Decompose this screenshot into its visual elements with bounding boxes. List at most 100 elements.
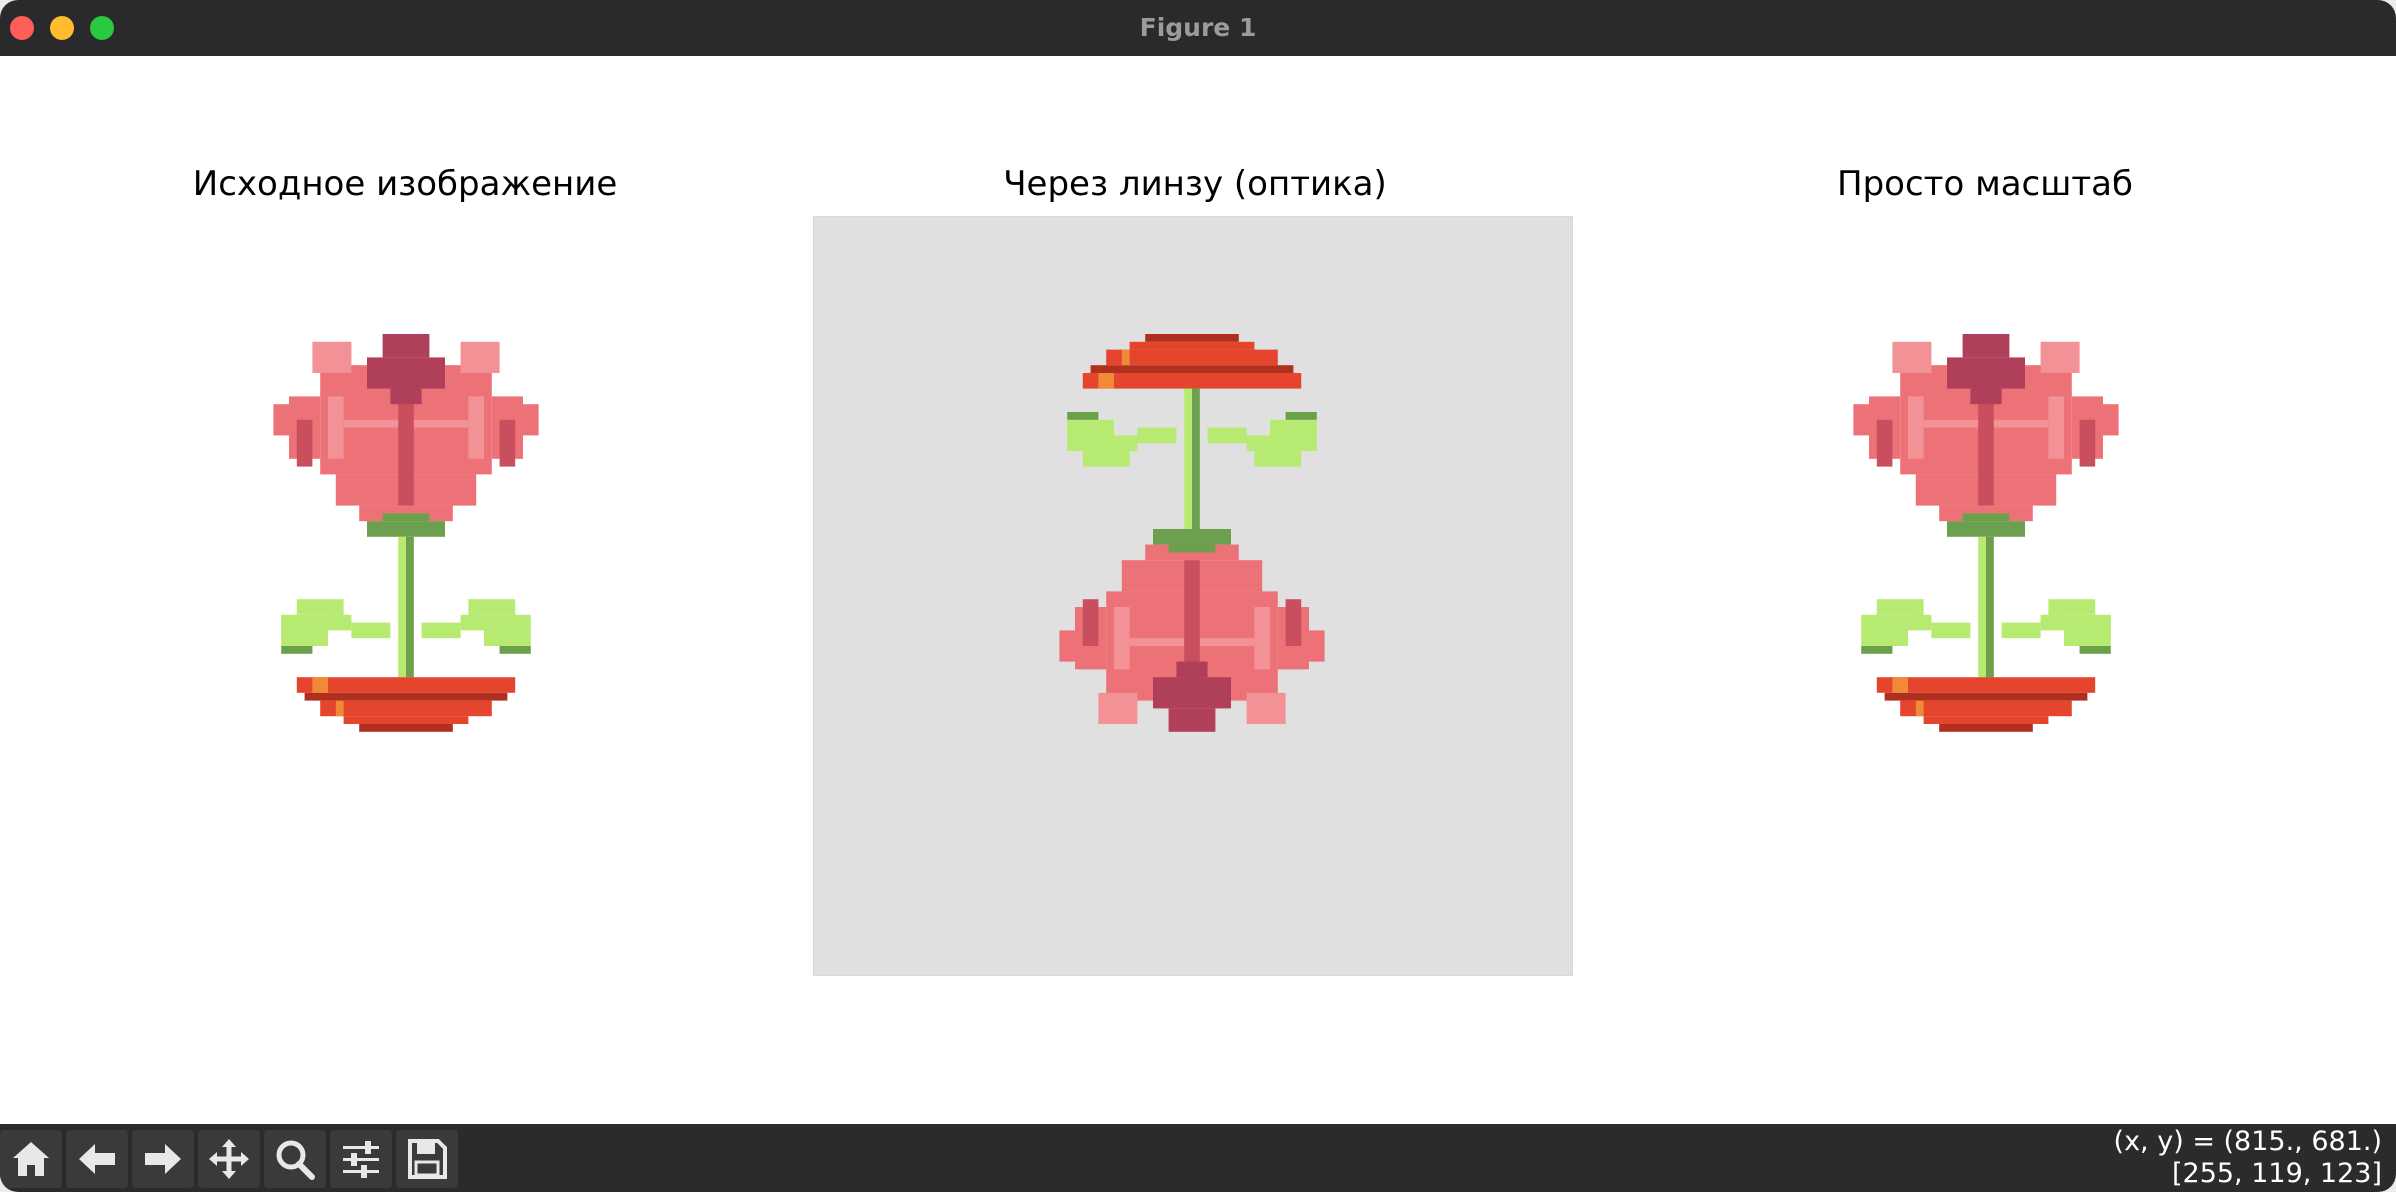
tulip-pixel-block xyxy=(1947,357,2025,389)
tulip-pixel-block xyxy=(1168,708,1216,732)
tulip-image-original xyxy=(273,334,539,732)
tulip-image-scale xyxy=(1853,334,2119,732)
tulip-pixel-block xyxy=(1067,412,1099,420)
tulip-pixel-block xyxy=(1900,700,2072,717)
title-bar: Figure 1 xyxy=(0,0,2396,57)
tulip-pixel-block xyxy=(1098,373,1114,389)
tulip-pixel-block xyxy=(1876,677,2096,693)
zoom-button[interactable] xyxy=(264,1130,326,1188)
configure-subplots-button[interactable] xyxy=(330,1130,392,1188)
tulip-pixel-block xyxy=(1121,349,1130,366)
tulip-pixel-block xyxy=(468,599,516,615)
tulip-pixel-block xyxy=(515,404,539,436)
tulip-pixel-block xyxy=(1168,544,1216,553)
tulip-pixel-block xyxy=(1947,521,2025,537)
arrow-right-icon xyxy=(145,1144,181,1174)
tulip-pixel-block xyxy=(2095,404,2119,436)
tulip-pixel-block xyxy=(2048,599,2096,615)
tulip-pixel-block xyxy=(1285,412,1317,420)
tulip-pixel-block xyxy=(273,404,297,436)
tulip-pixel-block xyxy=(390,388,422,405)
home-button[interactable] xyxy=(0,1130,62,1188)
tulip-pixel-block xyxy=(499,646,531,654)
tulip-pixel-block xyxy=(367,357,445,389)
tulip-pixel-block xyxy=(359,724,453,732)
pan-button[interactable] xyxy=(198,1130,260,1188)
save-button[interactable] xyxy=(396,1130,458,1188)
tulip-pixel-block xyxy=(367,521,445,537)
tulip-pixel-block xyxy=(320,700,492,717)
tulip-pixel-block xyxy=(1114,435,1138,451)
figure-window: Figure 1 Исходное изображение Через линз… xyxy=(0,0,2396,1192)
tulip-pixel-block xyxy=(468,396,484,459)
tulip-pixel-block xyxy=(2040,341,2080,373)
tulip-pixel-block xyxy=(2048,396,2064,459)
tulip-pixel-block xyxy=(1254,451,1302,467)
subplot-lens[interactable] xyxy=(813,216,1573,976)
tulip-pixel-block xyxy=(296,677,516,693)
tulip-pixel-block xyxy=(1270,419,1317,451)
tulip-pixel-block xyxy=(1207,427,1247,444)
tulip-pixel-block xyxy=(2064,614,2111,646)
tulip-pixel-block xyxy=(1908,614,1932,631)
tulip-pixel-block xyxy=(1067,419,1114,451)
subplot-title-scale: Просто масштаб xyxy=(1837,164,2133,204)
tulip-pixel-block xyxy=(1962,513,2010,522)
tulip-pixel-block xyxy=(1082,451,1130,467)
floppy-disk-icon xyxy=(408,1139,447,1179)
tulip-pixel-block xyxy=(2040,614,2064,631)
tulip-pixel-block xyxy=(1246,435,1270,451)
tulip-pixel-block xyxy=(1962,334,2010,358)
tulip-pixel-block xyxy=(1931,622,1971,639)
arrow-left-icon xyxy=(79,1144,115,1174)
tulip-pixel-block xyxy=(343,716,469,724)
tulip-pixel-block xyxy=(1923,716,2049,724)
tulip-pixel-block xyxy=(1876,419,1893,467)
tulip-pixel-block xyxy=(281,646,313,654)
tulip-pixel-block xyxy=(1192,388,1200,529)
tulip-pixel-block xyxy=(499,419,516,467)
tulip-pixel-block xyxy=(281,614,328,646)
cursor-readout: (x, y) = (815., 681.) [255, 119, 123] xyxy=(1782,1126,2382,1190)
magnifier-icon xyxy=(276,1140,315,1180)
tulip-pixel-block xyxy=(1986,536,1994,678)
tulip-pixel-block xyxy=(1884,692,2088,701)
tulip-pixel-block xyxy=(1090,365,1294,373)
tulip-pixel-block xyxy=(1939,724,2033,732)
tulip-pixel-block xyxy=(335,700,344,717)
move-icon xyxy=(209,1139,249,1179)
tulip-pixel-block xyxy=(1915,700,1924,717)
tulip-pixel-block xyxy=(1285,599,1302,646)
tulip-pixel-block xyxy=(1970,388,2002,405)
tulip-pixel-block xyxy=(1082,599,1099,646)
forward-button[interactable] xyxy=(132,1130,194,1188)
tulip-pixel-block xyxy=(1114,607,1130,670)
subplot-title-original: Исходное изображение xyxy=(192,164,618,204)
subplot-original[interactable] xyxy=(100,216,712,976)
back-button[interactable] xyxy=(66,1130,128,1188)
tulip-pixel-block xyxy=(1892,341,1932,373)
cursor-coordinates: (x, y) = (815., 681.) xyxy=(2113,1126,2382,1157)
tulip-pixel-block xyxy=(382,334,430,358)
tulip-pixel-block xyxy=(460,341,500,373)
pixel-value: [255, 119, 123] xyxy=(2171,1158,2382,1189)
tulip-pixel-block xyxy=(1908,396,1924,459)
tulip-pixel-block xyxy=(1082,373,1302,389)
tulip-pixel-block xyxy=(1861,646,1893,654)
tulip-pixel-block xyxy=(484,614,531,646)
tulip-pixel-block xyxy=(304,692,508,701)
tulip-pixel-block xyxy=(1853,404,1877,436)
tulip-pixel-block xyxy=(1129,341,1255,350)
tulip-pixel-block xyxy=(382,513,430,522)
subplot-scale[interactable] xyxy=(1680,216,2292,976)
tulip-pixel-block xyxy=(421,622,461,639)
tulip-pixel-block xyxy=(1254,607,1270,670)
tulip-pixel-block xyxy=(1137,427,1177,444)
tulip-pixel-block xyxy=(2079,646,2111,654)
tulip-pixel-block xyxy=(1861,614,1908,646)
tulip-pixel-block xyxy=(1876,599,1924,615)
sliders-icon xyxy=(343,1141,379,1178)
tulip-pixel-block xyxy=(1059,630,1083,662)
tulip-pixel-block xyxy=(406,536,414,678)
tulip-pixel-block xyxy=(296,419,313,467)
